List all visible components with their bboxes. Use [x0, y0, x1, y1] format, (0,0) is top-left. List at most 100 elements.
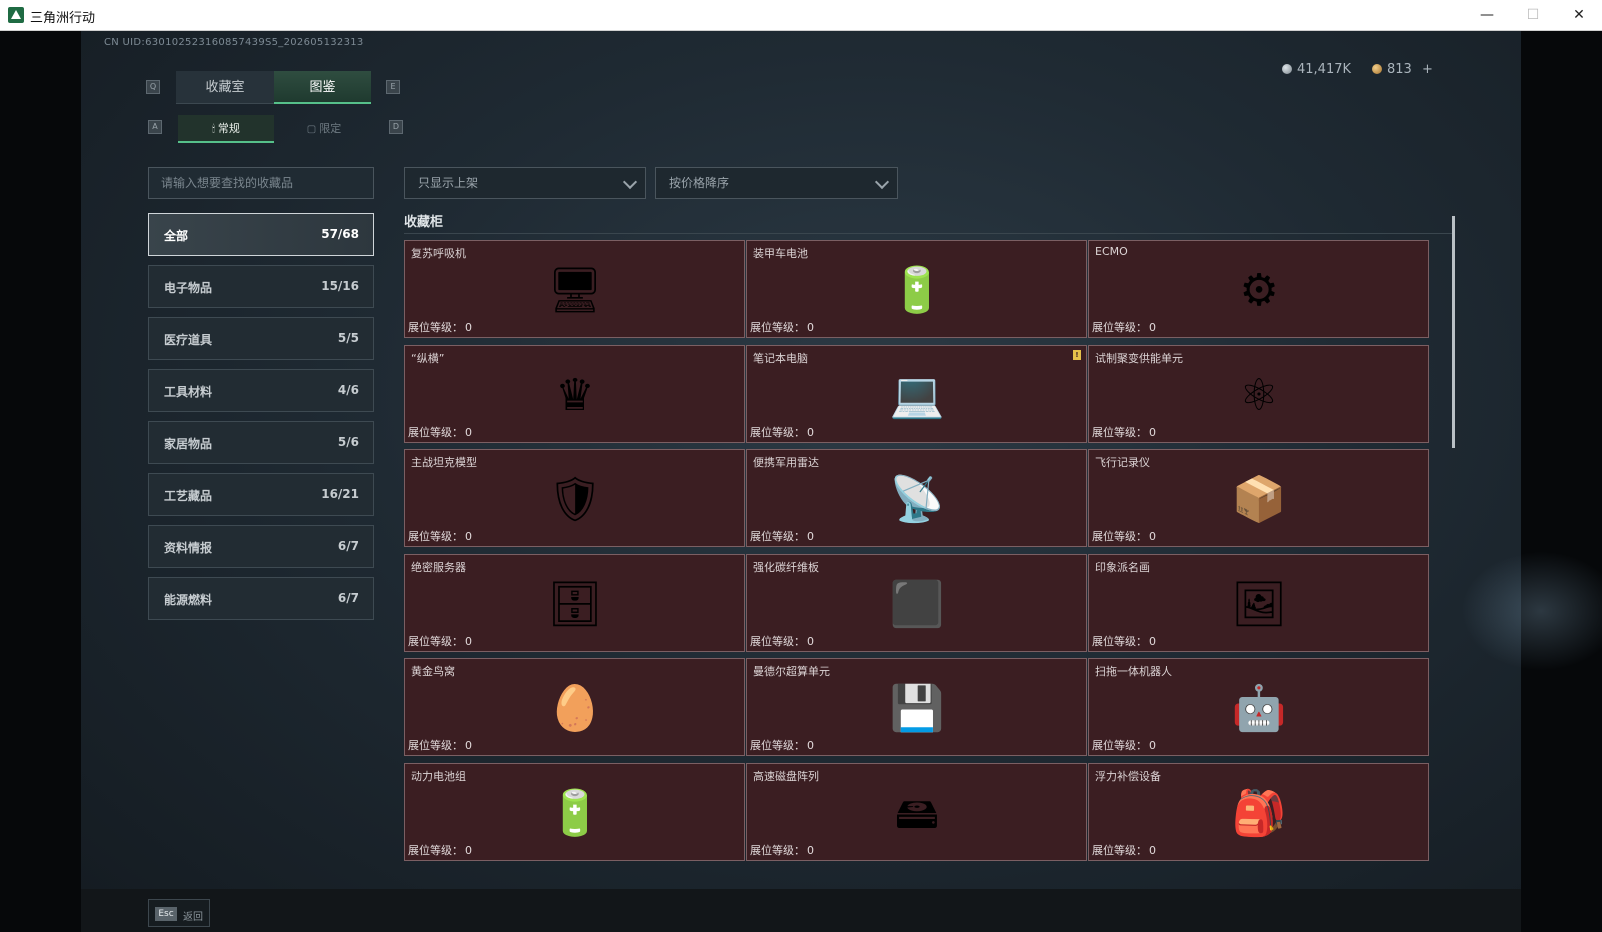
category-label: 电子物品 — [164, 281, 213, 295]
display-level-label: 展位等级： — [1092, 321, 1147, 334]
minimize-button[interactable]: — — [1464, 0, 1510, 31]
category-energy[interactable]: 能源燃料 6/7 — [148, 577, 374, 620]
collection-grid[interactable]: 复苏呼吸机 🖥 展位等级： 0 装甲车电池 🔋 展位等级： 0 ECMO ⚙ 展位等级： 0 “纵横” ♛… — [404, 240, 1454, 887]
gold-currency[interactable]: 813 + — [1372, 62, 1433, 77]
category-label: 全部 — [164, 229, 189, 243]
category-all[interactable]: 全部 57/68 — [148, 213, 374, 256]
tank-icon-glyph: 🛡 — [547, 474, 603, 525]
category-medical[interactable]: 医疗道具 5/5 — [148, 317, 374, 360]
radar-icon-glyph: 📡 — [889, 474, 945, 525]
carbon-plate-icon-glyph: ⬛ — [889, 578, 945, 630]
display-level-value: 0 — [1149, 321, 1156, 334]
display-level-label: 展位等级： — [408, 843, 463, 857]
back-button[interactable]: Esc 返回 — [148, 899, 210, 927]
subtab-limited[interactable]: ▢ 限定 — [276, 115, 372, 143]
grid-scrollbar[interactable] — [1452, 216, 1455, 448]
collection-item-card[interactable]: 曼德尔超算单元 💾 展位等级： 0 — [746, 658, 1087, 756]
collection-item-card[interactable]: 高速磁盘阵列 🖴 展位等级： 0 — [746, 762, 1087, 861]
display-level-label: 展位等级： — [750, 425, 805, 439]
collection-item-card[interactable]: 动力电池组 🔋 展位等级： 0 — [404, 762, 745, 861]
display-level: 展位等级： 0 — [408, 424, 472, 440]
collection-item-card[interactable]: “纵横” ♛ 展位等级： 0 — [404, 344, 745, 443]
collection-item-card[interactable]: 主战坦克模型 🛡 展位等级： 0 — [404, 449, 745, 547]
chessboard-icon-glyph: ♛ — [555, 369, 595, 421]
ventilator-icon: 🖥 — [533, 253, 617, 329]
display-level: 展位等级： 0 — [750, 737, 814, 753]
item-name: 试制聚变供能单元 — [1095, 351, 1183, 365]
subtab-next-key: D — [389, 120, 403, 134]
tab-collection-room[interactable]: 收藏室 — [176, 71, 274, 104]
collection-item-card[interactable]: 复苏呼吸机 🖥 展位等级： 0 — [404, 240, 745, 338]
display-level: 展位等级： 0 — [1092, 842, 1156, 858]
category-label: 工具材料 — [164, 385, 213, 399]
collection-item-card[interactable]: 强化碳纤维板 ⬛ 展位等级： 0 — [746, 553, 1087, 652]
laptop-icon: 💻 — [875, 358, 959, 434]
category-count: 5/5 — [337, 331, 359, 345]
category-tools[interactable]: 工具材料 4/6 — [148, 369, 374, 412]
buoyancy-device-icon-glyph: 🎒 — [1231, 787, 1287, 839]
collection-item-card[interactable]: 试制聚变供能单元 ⚛ 展位等级： 0 — [1088, 344, 1429, 443]
collection-item-card[interactable]: 扫拖一体机器人 🤖 展位等级： 0 — [1088, 658, 1429, 756]
category-intel[interactable]: 资料情报 6/7 — [148, 525, 374, 568]
collection-item-card[interactable]: ECMO ⚙ 展位等级： 0 — [1088, 240, 1429, 338]
gold-amount: 813 — [1387, 62, 1412, 77]
radar-icon: 📡 — [875, 462, 959, 538]
category-label: 工艺藏品 — [164, 489, 213, 503]
display-level-value: 0 — [807, 739, 814, 752]
collection-search-input[interactable]: 请输入想要查找的收藏品 — [148, 167, 374, 199]
display-level-label: 展位等级： — [1092, 530, 1147, 543]
listed-filter-dropdown[interactable]: 只显示上架 — [404, 167, 646, 199]
category-count: 15/16 — [321, 279, 359, 293]
add-currency-button[interactable]: + — [1422, 62, 1433, 77]
sort-dropdown[interactable]: 按价格降序 — [655, 167, 898, 199]
collection-item-card[interactable]: 绝密服务器 🗄 展位等级： 0 — [404, 553, 745, 652]
collection-item-card[interactable]: 便携军用雷达 📡 展位等级： 0 — [746, 449, 1087, 547]
collection-item-card[interactable]: 浮力补偿设备 🎒 展位等级： 0 — [1088, 762, 1429, 861]
item-name: 强化碳纤维板 — [753, 560, 819, 574]
collection-item-card[interactable]: 笔记本电脑 💻! 展位等级： 0 — [746, 344, 1087, 443]
display-level-label: 展位等级： — [408, 425, 463, 439]
item-name: 便携军用雷达 — [753, 456, 819, 469]
category-household[interactable]: 家居物品 5/6 — [148, 421, 374, 464]
tab-next-key: E — [386, 80, 400, 94]
gold-coin-icon — [1372, 64, 1382, 74]
display-level: 展位等级： 0 — [408, 528, 472, 544]
esc-key: Esc — [155, 907, 177, 921]
display-level: 展位等级： 0 — [408, 737, 472, 753]
background-glow — [1461, 551, 1602, 671]
category-count: 16/21 — [321, 487, 359, 501]
collection-item-card[interactable]: 黄金鸟窝 🥚 展位等级： 0 — [404, 658, 745, 756]
limited-icon: ▢ — [306, 124, 317, 135]
supercomputer-icon-glyph: 💾 — [889, 683, 945, 734]
item-name: 笔记本电脑 — [753, 351, 808, 365]
display-level-label: 展位等级： — [1092, 843, 1147, 857]
chessboard-icon: ♛ — [533, 358, 617, 434]
item-name: 曼德尔超算单元 — [753, 665, 830, 678]
window-title: 三角洲行动 — [30, 11, 96, 26]
item-name: ECMO — [1095, 245, 1128, 258]
silver-currency: 41,417K — [1282, 62, 1351, 77]
tank-icon: 🛡 — [533, 462, 617, 538]
close-button[interactable]: ✕ — [1556, 0, 1602, 31]
tab-encyclopedia[interactable]: 图鉴 — [274, 71, 371, 104]
collection-item-card[interactable]: 装甲车电池 🔋 展位等级： 0 — [746, 240, 1087, 338]
collection-item-card[interactable]: 印象派名画 🖼 展位等级： 0 — [1088, 553, 1429, 652]
display-level-label: 展位等级： — [750, 843, 805, 857]
window-titlebar: 三角洲行动 — ☐ ✕ — [0, 0, 1602, 31]
display-level-value: 0 — [1149, 530, 1156, 543]
collection-item-card[interactable]: 飞行记录仪 📦 展位等级： 0 — [1088, 449, 1429, 547]
category-electronics[interactable]: 电子物品 15/16 — [148, 265, 374, 308]
chevron-down-icon — [874, 174, 890, 190]
display-level: 展位等级： 0 — [750, 319, 814, 335]
display-level-label: 展位等级： — [1092, 739, 1147, 752]
display-level-value: 0 — [1149, 739, 1156, 752]
battery-pack-icon-glyph: 🔋 — [547, 787, 603, 839]
painting-icon-glyph: 🖼 — [1231, 578, 1287, 630]
golden-nest-icon: 🥚 — [533, 671, 617, 747]
game-viewport: CN UID:630102523160857439S5_202605132313… — [0, 31, 1602, 932]
maximize-button[interactable]: ☐ — [1510, 0, 1556, 31]
listed-filter-label: 只显示上架 — [418, 176, 479, 190]
category-crafts[interactable]: 工艺藏品 16/21 — [148, 473, 374, 516]
subtab-normal[interactable]: 🕯 常规 — [178, 115, 274, 143]
display-level-label: 展位等级： — [750, 634, 805, 648]
